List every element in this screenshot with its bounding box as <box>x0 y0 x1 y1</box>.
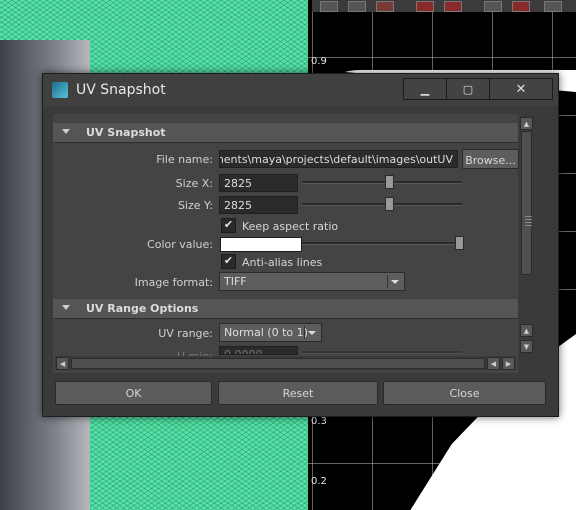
toolbar-button[interactable] <box>544 1 562 12</box>
section-title: UV Range Options <box>86 302 199 315</box>
ok-button[interactable]: OK <box>55 381 212 405</box>
size-y-label: Size Y: <box>177 199 213 212</box>
close-button[interactable]: Close <box>383 381 546 405</box>
axis-label: 0.3 <box>311 416 327 427</box>
image-format-label: Image format: <box>134 276 213 289</box>
toolbar-button[interactable] <box>484 1 502 12</box>
image-format-dropdown[interactable]: TIFF <box>219 272 405 291</box>
size-x-label: Size X: <box>175 177 213 190</box>
minimize-button[interactable]: ▁ <box>403 78 447 100</box>
file-name-field[interactable]: Documents\maya\projects\default\images\o… <box>219 150 458 168</box>
close-icon: ✕ <box>515 81 527 97</box>
maya-app-icon <box>52 82 68 98</box>
options-panel: UV Snapshot File name: Documents\maya\pr… <box>53 114 519 373</box>
anti-alias-checkbox[interactable]: ✔ <box>221 254 236 269</box>
uv-editor-toolbar <box>312 0 576 12</box>
size-y-field[interactable]: 2825 <box>219 196 298 214</box>
keep-aspect-checkbox[interactable]: ✔ <box>221 218 236 233</box>
size-y-slider[interactable] <box>302 203 462 206</box>
browse-button[interactable]: Browse... <box>462 149 519 169</box>
scrollbar-thumb[interactable] <box>521 131 532 275</box>
minimize-icon: ▁ <box>420 82 430 96</box>
section-title: UV Snapshot <box>86 126 166 139</box>
anti-alias-label: Anti-alias lines <box>242 256 323 269</box>
color-value-slider-handle[interactable] <box>455 236 464 250</box>
triangle-down-icon <box>62 305 70 310</box>
axis-label: 0.9 <box>311 56 327 67</box>
u-min-slider[interactable] <box>302 351 462 354</box>
dialog-title: UV Snapshot <box>76 82 166 98</box>
maximize-button[interactable]: ▢ <box>446 78 490 100</box>
chevron-down-icon <box>391 280 399 284</box>
horizontal-scrollbar[interactable]: ◀ ◀ ▶ <box>55 356 516 370</box>
size-y-slider-handle[interactable] <box>384 197 394 211</box>
checkmark-icon: ✔ <box>223 218 234 231</box>
uv-snapshot-dialog: UV Snapshot ▁ ▢ ✕ UV Snapshot File name:… <box>42 73 559 417</box>
dropdown-separator <box>304 326 305 339</box>
keep-aspect-label: Keep aspect ratio <box>242 220 339 233</box>
toolbar-button[interactable] <box>444 1 462 12</box>
reset-button[interactable]: Reset <box>218 381 378 405</box>
vertical-scrollbar[interactable]: ▲ ▲ ▼ <box>519 114 533 373</box>
scrollbar-thumb[interactable] <box>71 358 485 369</box>
color-value-slider[interactable] <box>302 242 462 245</box>
scroll-right-icon[interactable]: ▶ <box>502 357 515 370</box>
file-name-label: File name: <box>156 153 213 166</box>
scroll-up-icon[interactable]: ▲ <box>520 117 533 130</box>
dropdown-separator <box>387 275 388 288</box>
dialog-titlebar[interactable]: UV Snapshot ▁ ▢ ✕ <box>43 74 558 106</box>
u-min-field[interactable]: 0.0000 <box>219 346 298 355</box>
color-swatch[interactable] <box>220 237 302 252</box>
color-value-label: Color value: <box>147 238 213 251</box>
scroll-down-icon[interactable]: ▼ <box>520 340 533 353</box>
uv-range-dropdown[interactable]: Normal (0 to 1) <box>219 323 322 342</box>
toolbar-button[interactable] <box>512 1 530 12</box>
grip-icon <box>525 214 532 226</box>
scroll-left-icon[interactable]: ◀ <box>487 357 500 370</box>
size-x-slider[interactable] <box>302 181 462 184</box>
section-uv-range-header[interactable]: UV Range Options <box>53 299 518 319</box>
toolbar-button[interactable] <box>348 1 366 12</box>
window-controls: ▁ ▢ ✕ <box>403 78 553 100</box>
toolbar-button[interactable] <box>320 1 338 12</box>
maximize-icon: ▢ <box>462 82 474 96</box>
axis-label: 0.2 <box>311 476 327 487</box>
checkmark-icon: ✔ <box>223 254 234 267</box>
image-format-value: TIFF <box>224 275 247 288</box>
section-uv-snapshot-header[interactable]: UV Snapshot <box>53 123 518 143</box>
close-window-button[interactable]: ✕ <box>489 78 553 100</box>
scroll-left-icon[interactable]: ◀ <box>56 357 69 370</box>
toolbar-button[interactable] <box>376 1 394 12</box>
chevron-down-icon <box>308 331 316 335</box>
scroll-up-icon[interactable]: ▲ <box>520 324 533 337</box>
uv-range-value: Normal (0 to 1) <box>224 326 308 339</box>
size-x-field[interactable]: 2825 <box>219 174 298 192</box>
triangle-down-icon <box>62 129 70 134</box>
toolbar-button[interactable] <box>416 1 434 12</box>
size-x-slider-handle[interactable] <box>384 175 394 189</box>
uv-range-label: UV range: <box>158 327 213 340</box>
